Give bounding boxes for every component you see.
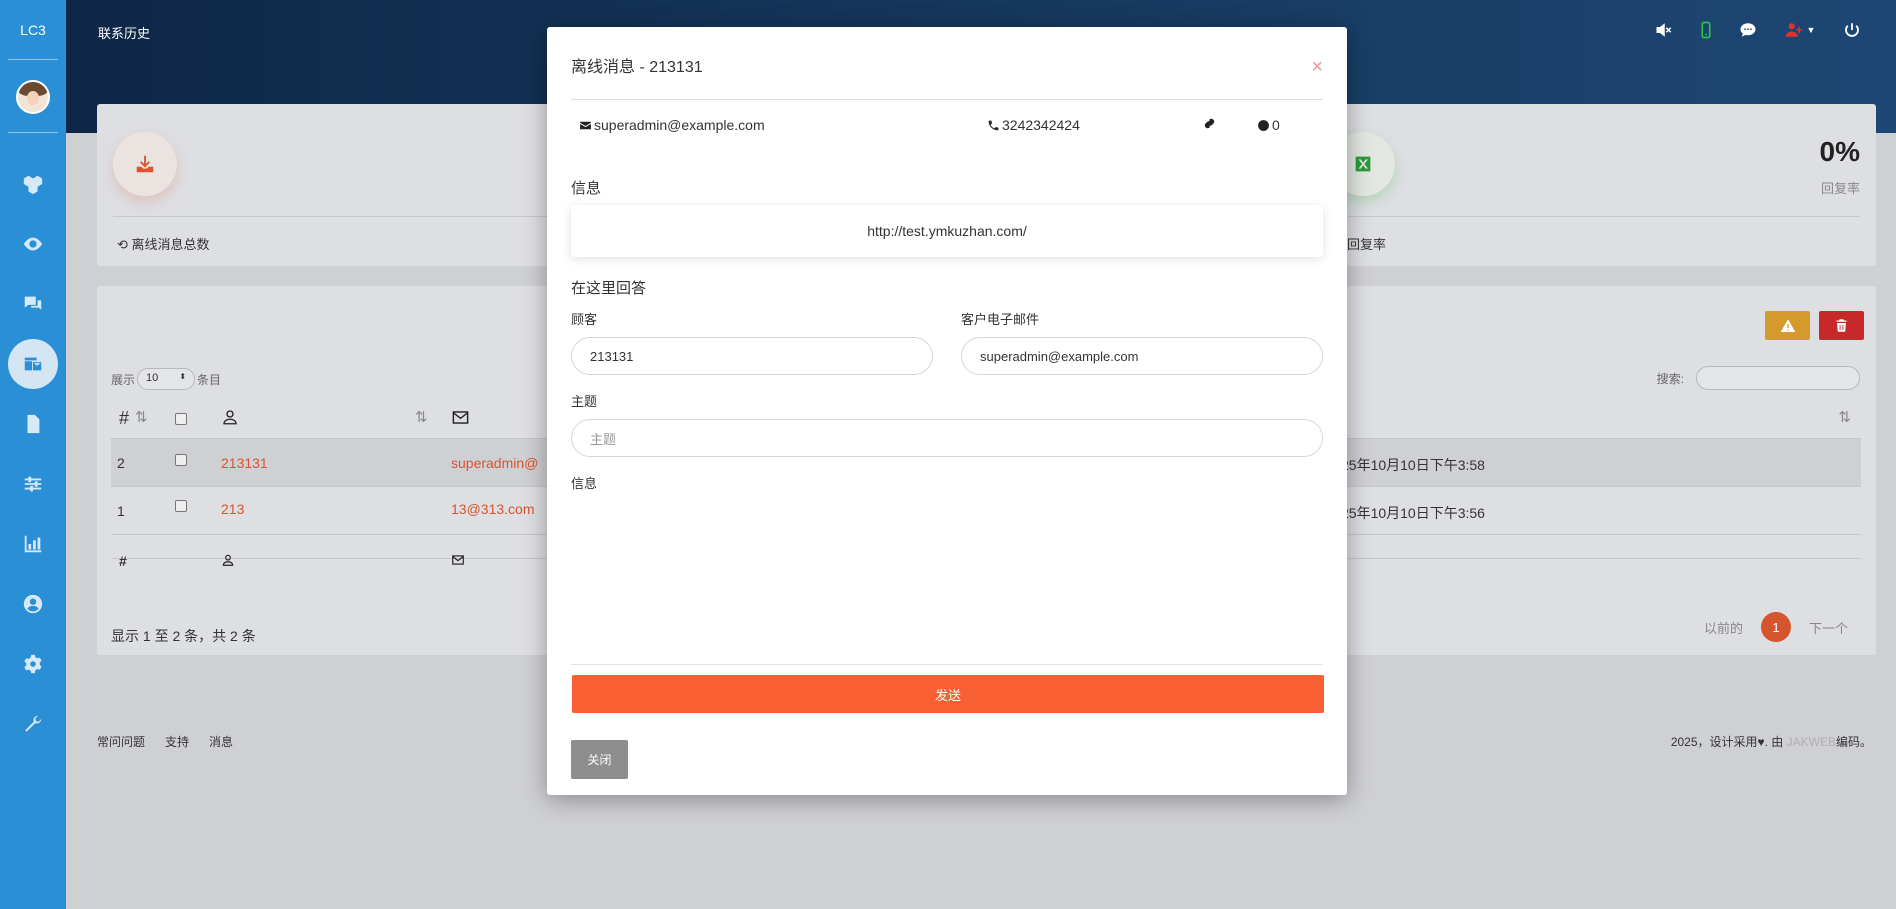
phone-icon [988, 120, 999, 130]
contact-info: superadmin@example.com 3242342424 0 [571, 117, 1323, 139]
reply-section-label: 在这里回答 [571, 280, 647, 297]
link-icon[interactable] [1203, 117, 1216, 130]
message-textarea[interactable] [571, 505, 1323, 665]
close-icon[interactable]: × [1311, 57, 1323, 77]
send-button[interactable]: 发送 [572, 675, 1324, 713]
subject-label: 主题 [571, 394, 598, 409]
customer-label: 顾客 [571, 312, 598, 327]
globe-icon [1258, 119, 1269, 131]
contact-phone: 3242342424 [987, 117, 1080, 133]
customer-email-field[interactable]: superadmin@example.com [961, 337, 1323, 375]
close-button[interactable]: 关闭 [571, 740, 628, 779]
visits: 0 [1257, 117, 1280, 133]
envelope-icon [580, 121, 591, 129]
offline-message-modal: 离线消息 - 213131 × superadmin@example.com 3… [547, 27, 1347, 795]
message-label: 信息 [571, 476, 598, 491]
modal-title: 离线消息 - 213131 [571, 59, 703, 76]
message-section-label: 信息 [571, 180, 602, 197]
subject-input[interactable]: 主题 [571, 419, 1323, 457]
message-content: http://test.ymkuzhan.com/ [571, 205, 1323, 257]
customer-email-label: 客户电子邮件 [961, 312, 1040, 327]
contact-email: superadmin@example.com [579, 117, 765, 133]
customer-field[interactable]: 213131 [571, 337, 933, 375]
